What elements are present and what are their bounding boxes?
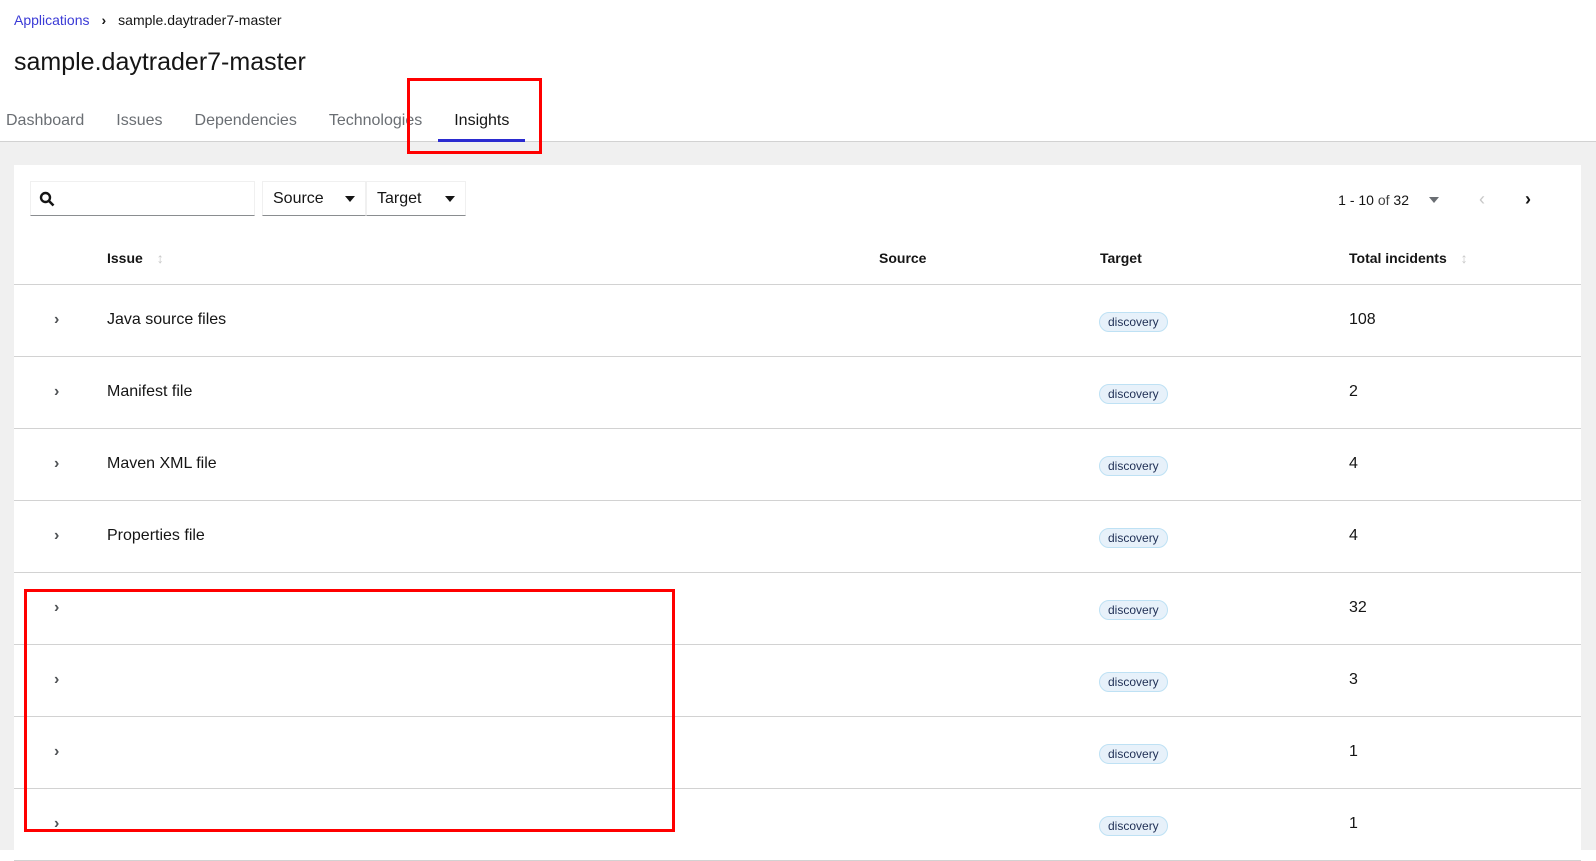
page-title: sample.daytrader7-master: [14, 48, 306, 76]
tab-dependencies[interactable]: Dependencies: [179, 100, 313, 141]
table-header: Issue ↕ Source Target Total incidents ↕: [14, 230, 1581, 285]
tab-dashboard[interactable]: Dashboard: [0, 100, 100, 141]
pagination-toggle[interactable]: 1 - 10 of 32: [1338, 192, 1409, 208]
expand-row-icon[interactable]: ›: [54, 527, 59, 545]
issue-name: Manifest file: [107, 383, 193, 400]
sort-icon[interactable]: ↕: [1461, 250, 1468, 266]
issue-name: Java source files: [107, 311, 227, 328]
target-label: discovery: [1099, 312, 1168, 332]
insights-table-card: Source Target 1 - 10 of 32 ‹ › Issue ↕ S…: [14, 165, 1581, 861]
sort-icon[interactable]: ↕: [157, 250, 164, 266]
next-page-icon[interactable]: ›: [1525, 189, 1531, 210]
breadcrumb: Applications › sample.daytrader7-master: [14, 12, 282, 28]
total-incidents: 4: [1349, 527, 1358, 544]
expand-row-icon[interactable]: ›: [54, 671, 59, 689]
table-row: › Properties file discovery 4: [14, 501, 1581, 573]
breadcrumb-applications-link[interactable]: Applications: [14, 12, 90, 28]
target-label: discovery: [1099, 600, 1168, 620]
expand-row-icon[interactable]: ›: [54, 311, 59, 329]
search-icon: [39, 191, 55, 206]
column-issue[interactable]: Issue ↕: [107, 250, 164, 266]
column-source: Source: [879, 250, 927, 266]
expand-row-icon[interactable]: ›: [54, 599, 59, 617]
table-row: › Java source files discovery 108: [14, 285, 1581, 357]
target-label: discovery: [1099, 672, 1168, 692]
expand-row-icon[interactable]: ›: [54, 815, 59, 833]
column-total-incidents[interactable]: Total incidents ↕: [1349, 250, 1468, 266]
chevron-right-icon: ›: [101, 12, 107, 28]
tab-issues[interactable]: Issues: [100, 100, 178, 141]
table-row: › discovery 1: [14, 717, 1581, 789]
table-row: › Maven XML file discovery 4: [14, 429, 1581, 501]
source-filter-select[interactable]: Source: [262, 181, 366, 216]
column-target: Target: [1100, 250, 1142, 266]
expand-row-icon[interactable]: ›: [54, 743, 59, 761]
target-label: discovery: [1099, 384, 1168, 404]
caret-down-icon: [345, 195, 355, 202]
target-label: discovery: [1099, 456, 1168, 476]
expand-row-icon[interactable]: ›: [54, 383, 59, 401]
total-incidents: 1: [1349, 743, 1358, 760]
breadcrumb-current: sample.daytrader7-master: [118, 12, 282, 28]
total-incidents: 3: [1349, 671, 1358, 688]
total-incidents: 4: [1349, 455, 1358, 472]
target-filter-label: Target: [377, 189, 422, 207]
caret-down-icon[interactable]: [1429, 196, 1439, 203]
total-incidents: 2: [1349, 383, 1358, 400]
search-field[interactable]: [63, 190, 243, 207]
tab-technologies[interactable]: Technologies: [313, 100, 438, 141]
table-row: › discovery 3: [14, 645, 1581, 717]
total-incidents: 32: [1349, 599, 1367, 616]
table-row: › discovery 32: [14, 573, 1581, 645]
total-incidents: 1: [1349, 815, 1358, 832]
target-label: discovery: [1099, 744, 1168, 764]
source-filter-label: Source: [273, 189, 324, 207]
pagination: 1 - 10 of 32 ‹ ›: [1338, 189, 1531, 210]
target-label: discovery: [1099, 528, 1168, 548]
tab-insights[interactable]: Insights: [438, 100, 526, 142]
table-row: › discovery 1: [14, 789, 1581, 861]
target-label: discovery: [1099, 816, 1168, 836]
issue-name: Maven XML file: [107, 455, 217, 472]
expand-row-icon[interactable]: ›: [54, 455, 59, 473]
tabs: Dashboard Issues Dependencies Technologi…: [0, 100, 1596, 142]
caret-down-icon: [445, 195, 455, 202]
previous-page-icon[interactable]: ‹: [1479, 189, 1485, 210]
issue-name: Properties file: [107, 527, 205, 544]
target-filter-select[interactable]: Target: [366, 181, 466, 216]
table-row: › Manifest file discovery 2: [14, 357, 1581, 429]
total-incidents: 108: [1349, 311, 1376, 328]
search-input[interactable]: [30, 181, 255, 216]
